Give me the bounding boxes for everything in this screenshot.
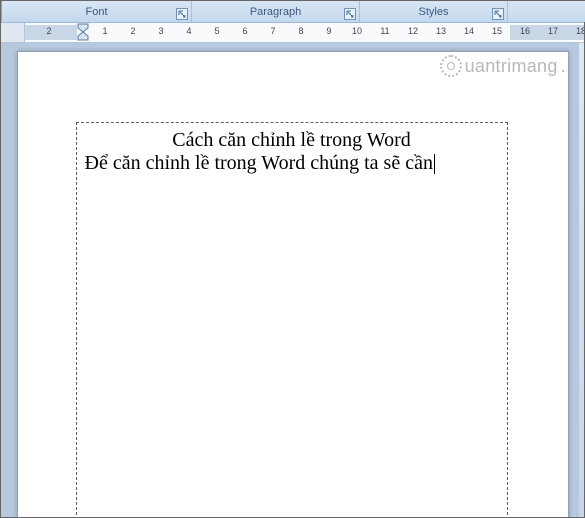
ribbon-group-label: Paragraph <box>232 6 319 18</box>
ribbon-group-font: Font <box>2 1 192 22</box>
ruler-number: 18 <box>576 26 584 36</box>
indent-marker-icon[interactable] <box>77 23 89 41</box>
dialog-launcher-icon[interactable] <box>176 8 188 20</box>
ribbon: Font Paragraph Styles <box>1 1 584 23</box>
vertical-scrollbar[interactable] <box>579 43 584 517</box>
page[interactable]: Cách căn chỉnh lề trong Word Để căn chỉn… <box>17 51 569 517</box>
ruler-number: 8 <box>298 26 303 36</box>
ruler-bar: 1212345678910111213141516171819 <box>1 23 584 43</box>
ruler-number: 12 <box>408 26 418 36</box>
ruler-number: 11 <box>380 26 389 36</box>
ribbon-group-extra <box>508 1 585 22</box>
dialog-launcher-icon[interactable] <box>344 8 356 20</box>
ruler-number: 14 <box>464 26 474 36</box>
ruler-number: 3 <box>158 26 163 36</box>
ruler-number: 10 <box>352 26 362 36</box>
ruler-number: 16 <box>520 26 530 36</box>
dialog-launcher-icon[interactable] <box>492 8 504 20</box>
document-body-line[interactable]: Để căn chỉnh lề trong Word chúng ta sẽ c… <box>85 152 499 175</box>
ruler-number: 13 <box>436 26 446 36</box>
ruler-number: 7 <box>270 26 275 36</box>
ribbon-group-styles: Styles <box>360 1 508 22</box>
ruler-number: 17 <box>548 26 558 36</box>
ruler-number: 1 <box>102 26 107 36</box>
ruler-number: 5 <box>214 26 219 36</box>
ruler-number: 9 <box>326 26 331 36</box>
ruler-number: 4 <box>186 26 191 36</box>
body-text: Để căn chỉnh lề trong Word chúng ta sẽ c… <box>85 152 433 174</box>
tab-selector[interactable] <box>1 23 25 42</box>
ribbon-group-label: Font <box>42 6 151 18</box>
horizontal-ruler[interactable]: 1212345678910111213141516171819 <box>25 23 584 42</box>
ribbon-group-label: Styles <box>400 6 467 18</box>
text-cursor <box>434 154 435 174</box>
text-frame[interactable]: Cách căn chỉnh lề trong Word Để căn chỉn… <box>76 122 508 517</box>
document-title[interactable]: Cách căn chỉnh lề trong Word <box>85 129 499 152</box>
ruler-number: 2 <box>46 26 51 36</box>
ruler-number: 6 <box>242 26 247 36</box>
ruler-number: 2 <box>130 26 135 36</box>
document-workspace: Cách căn chỉnh lề trong Word Để căn chỉn… <box>1 43 584 517</box>
ribbon-group-paragraph: Paragraph <box>192 1 360 22</box>
ruler-number: 15 <box>492 26 502 36</box>
